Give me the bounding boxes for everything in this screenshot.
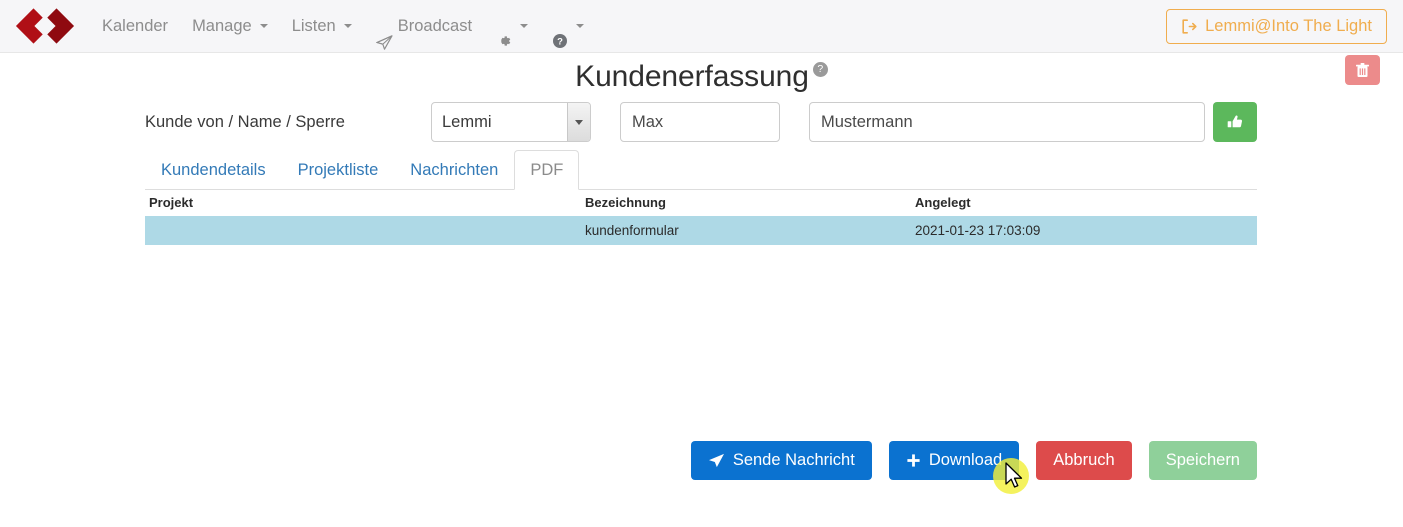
cell-bezeichnung: kundenformular <box>585 216 915 245</box>
tab-projektliste[interactable]: Projektliste <box>282 150 395 190</box>
nav-item-broadcast[interactable]: Broadcast <box>364 0 484 53</box>
nav-item-settings[interactable] <box>484 18 540 46</box>
save-button-label: Speichern <box>1165 451 1240 469</box>
customer-form-label: Kunde von / Name / Sperre <box>145 112 345 131</box>
kunde-von-select-wrap: Lemmi <box>431 102 591 142</box>
column-header-angelegt: Angelegt <box>915 192 1257 216</box>
navbar-links: Kalender Manage Listen Broadcast ? <box>90 0 596 53</box>
kunde-von-select[interactable]: Lemmi <box>431 102 591 142</box>
nav-item-listen[interactable]: Listen <box>280 0 364 53</box>
download-button[interactable]: Download <box>888 441 1020 480</box>
plus-icon <box>906 453 921 468</box>
column-header-bezeichnung: Bezeichnung <box>585 192 915 216</box>
tab-nachrichten[interactable]: Nachrichten <box>394 150 514 190</box>
chevron-down-icon <box>259 24 268 28</box>
trash-icon <box>1356 62 1369 78</box>
question-circle-icon: ? <box>552 18 568 48</box>
cell-projekt <box>145 216 585 245</box>
chevron-down-icon <box>343 24 352 28</box>
nav-item-manage[interactable]: Manage <box>180 0 280 53</box>
send-message-button[interactable]: Sende Nachricht <box>690 441 872 480</box>
page-title: Kundenerfassung <box>575 60 809 93</box>
send-message-button-label: Sende Nachricht <box>732 451 855 469</box>
tab-pdf[interactable]: PDF <box>514 150 580 190</box>
cancel-button-label: Abbruch <box>1053 451 1115 469</box>
nav-item-listen-label: Listen <box>291 16 336 35</box>
top-navbar: Kalender Manage Listen Broadcast ? Lemmi… <box>0 0 1403 53</box>
table-header-row: Projekt Bezeichnung Angelegt <box>145 192 1257 216</box>
help-badge-icon[interactable]: ? <box>812 61 828 77</box>
app-page: Kalender Manage Listen Broadcast ? Lemmi… <box>0 0 1403 527</box>
detail-tabs: Kundendetails Projektliste Nachrichten P… <box>145 150 1257 190</box>
save-button[interactable]: Speichern <box>1148 441 1257 480</box>
column-header-projekt: Projekt <box>145 192 585 216</box>
nav-item-kalender-label: Kalender <box>102 16 169 35</box>
app-logo-diamond-icon <box>15 8 75 44</box>
nav-item-broadcast-label: Broadcast <box>397 16 473 35</box>
download-button-label: Download <box>928 451 1003 469</box>
paper-plane-icon <box>375 19 393 50</box>
logout-button[interactable]: Lemmi@Into The Light <box>1166 9 1387 44</box>
customer-form-row: Kunde von / Name / Sperre Lemmi <box>145 102 1257 142</box>
delete-button[interactable] <box>1345 55 1380 85</box>
pdf-table-body: kundenformular 2021-01-23 17:03:09 <box>145 216 1257 245</box>
thumbs-up-icon <box>1227 114 1244 131</box>
chevron-down-icon <box>520 24 529 28</box>
svg-text:?: ? <box>557 37 563 48</box>
nav-item-help[interactable]: ? <box>540 18 596 48</box>
table-row[interactable]: kundenformular 2021-01-23 17:03:09 <box>145 216 1257 245</box>
footer-actions: Sende Nachricht Download Abbruch Speiche… <box>0 441 1403 480</box>
sperre-input[interactable] <box>809 102 1205 142</box>
cancel-button[interactable]: Abbruch <box>1036 441 1132 480</box>
app-logo[interactable] <box>0 0 90 53</box>
pdf-table: Projekt Bezeichnung Angelegt kundenformu… <box>145 192 1257 245</box>
nav-item-manage-label: Manage <box>192 16 252 35</box>
confirm-thumbs-up-button[interactable] <box>1213 102 1257 142</box>
tab-kundendetails[interactable]: Kundendetails <box>145 150 282 190</box>
sign-out-icon <box>1181 19 1197 34</box>
paper-plane-icon <box>708 453 725 468</box>
chevron-down-icon <box>576 24 585 28</box>
pdf-table-head: Projekt Bezeichnung Angelegt <box>145 192 1257 216</box>
gear-icon <box>496 18 512 46</box>
name-input[interactable] <box>620 102 780 142</box>
logout-button-label: Lemmi@Into The Light <box>1205 17 1372 35</box>
nav-item-kalender[interactable]: Kalender <box>90 0 180 53</box>
cell-angelegt: 2021-01-23 17:03:09 <box>915 216 1257 245</box>
page-header: Kundenerfassung? <box>0 60 1403 94</box>
